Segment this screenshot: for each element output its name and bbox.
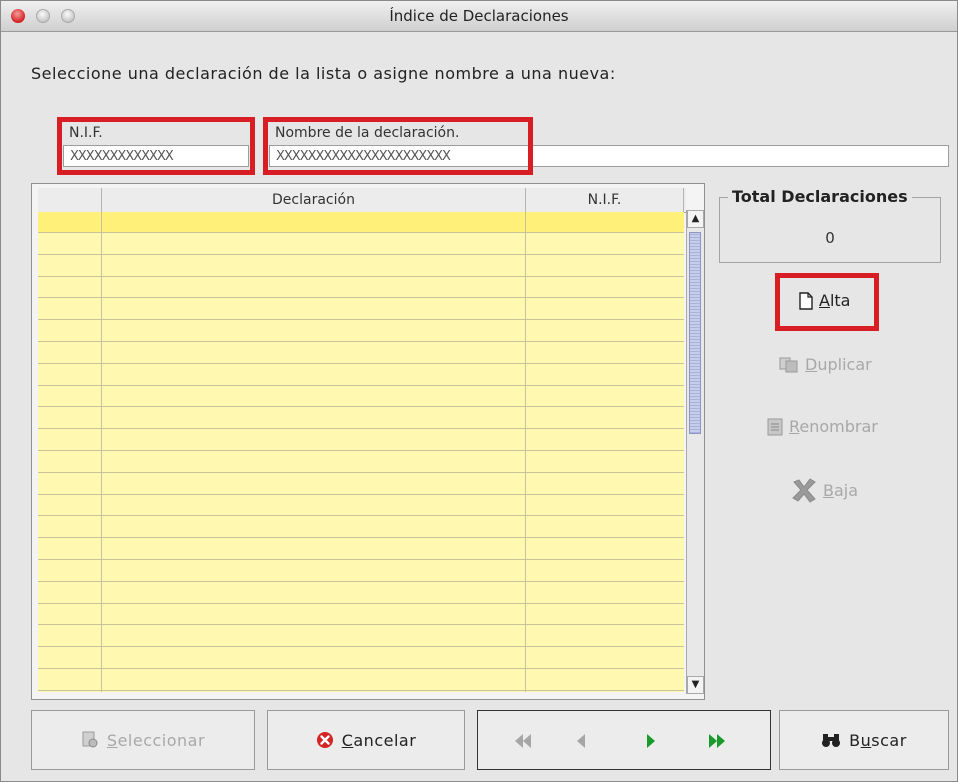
next-icon[interactable] — [636, 729, 666, 753]
column-divider — [525, 212, 526, 692]
table-row[interactable] — [38, 670, 684, 691]
table-row[interactable] — [38, 561, 684, 582]
table-row[interactable] — [38, 386, 684, 408]
last-icon[interactable] — [702, 729, 732, 753]
buscar-pre: B — [849, 730, 861, 750]
seleccionar-label: eleccionar — [117, 730, 206, 750]
table-row[interactable] — [38, 474, 684, 495]
scroll-thumb[interactable] — [689, 232, 701, 434]
cancel-icon — [316, 732, 333, 748]
table-row[interactable] — [38, 626, 684, 648]
table-row[interactable] — [38, 234, 684, 255]
baja-label: aja — [833, 480, 859, 500]
delete-x-icon — [792, 478, 816, 503]
buscar-button[interactable]: Buscar — [779, 710, 949, 770]
seleccionar-accel: S — [106, 730, 118, 750]
renombrar-accel: R — [789, 417, 800, 436]
table-body[interactable] — [38, 212, 684, 692]
scroll-down-arrow-icon[interactable]: ▼ — [687, 676, 704, 694]
table-row[interactable] — [38, 539, 684, 560]
column-header-nif[interactable]: N.I.F. — [526, 188, 684, 212]
table-row[interactable] — [38, 365, 684, 386]
table-row[interactable] — [38, 212, 684, 233]
table-header: Declaración N.I.F. — [38, 188, 686, 213]
baja-accel: B — [823, 480, 834, 500]
seleccionar-button[interactable]: Seleccionar — [31, 710, 255, 770]
renombrar-label: enombrar — [799, 417, 878, 436]
window-title: Índice de Declaraciones — [389, 7, 569, 25]
duplicar-label: uplicar — [817, 355, 872, 374]
dialog-window: Índice de Declaraciones Seleccione una d… — [0, 0, 958, 782]
title-bar[interactable]: Índice de Declaraciones — [1, 1, 957, 32]
cancelar-button[interactable]: Cancelar — [267, 710, 465, 770]
binoculars-icon — [822, 734, 841, 747]
buscar-accel: u — [860, 730, 872, 750]
previous-icon[interactable] — [566, 729, 596, 753]
cancelar-label: ancelar — [353, 730, 417, 750]
total-declarations-value: 0 — [825, 229, 835, 247]
table-row[interactable] — [38, 495, 684, 517]
table-row[interactable] — [38, 256, 684, 277]
buscar-label: scar — [871, 730, 907, 750]
table-row[interactable] — [38, 583, 684, 604]
total-declarations-title: Total Declaraciones — [728, 187, 912, 206]
baja-button[interactable]: Baja — [791, 477, 858, 503]
table-row[interactable] — [38, 648, 684, 669]
first-icon[interactable] — [508, 729, 538, 753]
name-highlight-box — [263, 117, 533, 175]
select-icon — [82, 731, 98, 748]
rename-icon — [767, 418, 783, 435]
column-header-declaracion[interactable]: Declaración — [102, 188, 526, 212]
table-scrollbar[interactable]: ▲ ▼ — [686, 210, 704, 694]
duplicar-accel: D — [805, 355, 818, 374]
scroll-up-arrow-icon[interactable]: ▲ — [687, 210, 704, 228]
alta-highlight-box — [775, 273, 879, 331]
table-row[interactable] — [38, 452, 684, 473]
table-row[interactable] — [38, 408, 684, 430]
table-row[interactable] — [38, 343, 684, 364]
table-row[interactable] — [38, 299, 684, 321]
duplicate-icon — [779, 357, 798, 372]
duplicar-button[interactable]: Duplicar — [779, 355, 872, 374]
record-navigation — [477, 710, 771, 770]
column-header-index[interactable] — [38, 188, 102, 212]
table-row[interactable] — [38, 321, 684, 342]
table-row[interactable] — [38, 430, 684, 451]
cancelar-accel: C — [341, 730, 354, 750]
table-row[interactable] — [38, 517, 684, 539]
nif-highlight-box — [57, 117, 255, 175]
column-divider — [101, 212, 102, 692]
declarations-table: Declaración N.I.F. ▲ ▼ — [31, 183, 705, 700]
instruction-text: Seleccione una declaración de la lista o… — [31, 64, 616, 83]
renombrar-button[interactable]: Renombrar — [767, 417, 878, 436]
table-row[interactable] — [38, 604, 684, 626]
table-row[interactable] — [38, 277, 684, 299]
